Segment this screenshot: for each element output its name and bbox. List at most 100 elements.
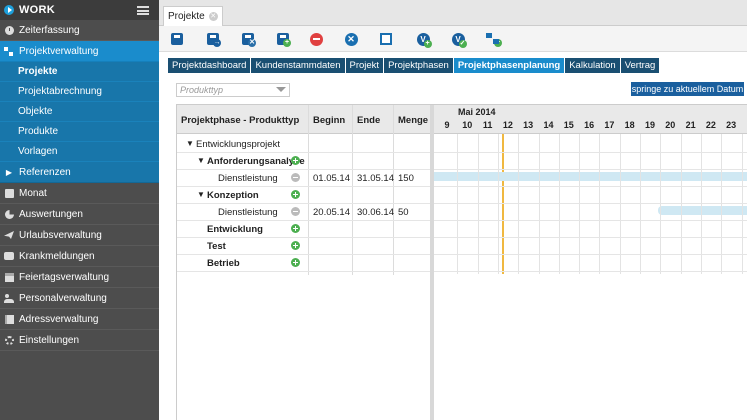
- close-icon[interactable]: ✕: [208, 12, 218, 21]
- sidebar-item-label: Auswertungen: [19, 208, 83, 220]
- logo-bar: WORK: [0, 0, 159, 20]
- sidebar-item-auswertungen[interactable]: Auswertungen: [0, 204, 159, 225]
- row-label: Entwicklungsprojekt: [196, 139, 280, 150]
- app-name: WORK: [19, 4, 56, 16]
- gantt-row-line: [434, 220, 747, 221]
- gantt-bar[interactable]: [658, 206, 747, 215]
- tab-projekte[interactable]: Projekte ✕: [163, 6, 223, 26]
- approve-version-button[interactable]: V ✓: [450, 31, 467, 48]
- sidebar-subitem-produkte[interactable]: Produkte: [0, 122, 159, 142]
- gantt-row-line: [434, 186, 747, 187]
- sidebar-item-einstellungen[interactable]: Einstellungen: [0, 330, 159, 351]
- add-icon[interactable]: [291, 258, 300, 267]
- tab-kalkulation[interactable]: Kalkulation: [565, 58, 620, 73]
- table-row[interactable]: Dienstleistung 20.05.14 30.06.14 50: [177, 204, 430, 221]
- sidebar-item-personalverwaltung[interactable]: Personalverwaltung: [0, 288, 159, 309]
- sidebar-item-label: Feiertagsverwaltung: [19, 271, 110, 283]
- sidebar-item-zeiterfassung[interactable]: Zeiterfassung: [0, 20, 159, 41]
- remove-icon[interactable]: [291, 207, 300, 216]
- sidebar-item-label: Projektverwaltung: [19, 45, 99, 57]
- cell-end[interactable]: 30.06.14: [357, 207, 394, 218]
- add-icon[interactable]: [291, 241, 300, 250]
- gantt-day-label: 14: [543, 120, 554, 130]
- gantt-month-label: Mai 2014: [458, 107, 496, 117]
- save-arrow-icon: →: [207, 33, 221, 47]
- gantt-day-label: 20: [665, 120, 676, 130]
- sidebar-item-projektverwaltung[interactable]: Projektverwaltung: [0, 41, 159, 62]
- column-header-qty: Menge: [398, 115, 429, 126]
- tab-projektphasen[interactable]: Projektphasen: [384, 58, 453, 73]
- delete-button[interactable]: [308, 31, 324, 47]
- sidebar-item-label: Urlaubsverwaltung: [19, 229, 102, 241]
- save-and-new-button[interactable]: +: [275, 31, 291, 47]
- gantt-row-line: [434, 203, 747, 204]
- sidebar-subitem-projekte[interactable]: Projekte: [0, 62, 159, 82]
- save-and-close-button[interactable]: →: [205, 31, 221, 47]
- x-circle-icon: ✕: [344, 32, 358, 46]
- cell-qty[interactable]: 50: [398, 207, 409, 218]
- tab-projektdashboard[interactable]: Projektdashboard: [168, 58, 251, 73]
- sidebar-item-adressverwaltung[interactable]: Adressverwaltung: [0, 309, 159, 330]
- jump-to-today-button[interactable]: springe zu aktuellem Datum: [631, 82, 744, 96]
- sidebar-item-feiertagsverwaltung[interactable]: Feiertagsverwaltung: [0, 267, 159, 288]
- row-label: Entwicklung: [207, 224, 263, 235]
- toolbar: → ✕ + ✕ V + V ✓ +: [159, 26, 747, 52]
- cell-qty[interactable]: 150: [398, 173, 414, 184]
- sidebar-item-urlaubsverwaltung[interactable]: Urlaubsverwaltung: [0, 225, 159, 246]
- tab-projektphasenplanung[interactable]: Projektphasenplanung: [453, 58, 565, 73]
- cell-end[interactable]: 31.05.14: [357, 173, 394, 184]
- table-row[interactable]: Betrieb: [177, 255, 430, 272]
- calculator-button[interactable]: [378, 31, 394, 47]
- sidebar-item-referenzen[interactable]: ▶ Referenzen: [0, 162, 159, 183]
- product-type-select[interactable]: Produkttyp: [176, 83, 290, 97]
- table-row[interactable]: Dienstleistung 01.05.14 31.05.14 150: [177, 170, 430, 187]
- gantt-grid-line: [457, 134, 459, 274]
- sidebar: WORK Zeiterfassung Projektverwaltung Pro…: [0, 0, 159, 420]
- sidebar-item-krankmeldungen[interactable]: Krankmeldungen: [0, 246, 159, 267]
- cancel-button[interactable]: ✕: [343, 31, 359, 47]
- add-version-button[interactable]: V +: [415, 31, 432, 48]
- sidebar-item-label: Krankmeldungen: [19, 250, 95, 262]
- tab-kundenstammdaten[interactable]: Kundenstammdaten: [251, 58, 345, 73]
- calendar-icon: [4, 272, 14, 282]
- address-book-icon: [4, 314, 14, 324]
- medical-icon: [4, 251, 14, 261]
- table-row[interactable]: ▼ Konzeption: [177, 187, 430, 204]
- gantt-day-label: 16: [584, 120, 595, 130]
- table-row[interactable]: Entwicklung: [177, 221, 430, 238]
- sidebar-item-label: Referenzen: [19, 166, 71, 178]
- save-button[interactable]: [169, 31, 185, 47]
- gantt-row-line: [434, 237, 747, 238]
- row-label: Konzeption: [207, 190, 259, 201]
- collapse-caret-icon[interactable]: ▼: [197, 190, 205, 199]
- gantt-day-label: 9: [444, 120, 450, 130]
- add-icon[interactable]: [291, 156, 300, 165]
- gantt-day-label: 18: [624, 120, 635, 130]
- cell-begin[interactable]: 20.05.14: [313, 207, 350, 218]
- save-x-icon: ✕: [242, 33, 256, 47]
- gantt-grid-line: [558, 134, 560, 274]
- sub-tab-bar: Projektdashboard Kundenstammdaten Projek…: [168, 58, 660, 73]
- sidebar-item-label: Adressverwaltung: [19, 313, 99, 325]
- add-icon[interactable]: [291, 224, 300, 233]
- add-icon[interactable]: [291, 190, 300, 199]
- minus-circle-icon: [309, 32, 323, 46]
- sidebar-item-monat[interactable]: Monat: [0, 183, 159, 204]
- save-and-cancel-button[interactable]: ✕: [240, 31, 256, 47]
- tab-vertrag[interactable]: Vertrag: [620, 58, 660, 73]
- table-row[interactable]: ▼ Entwicklungsprojekt: [177, 136, 430, 153]
- table-row[interactable]: ▼ Anforderungsanalyse: [177, 153, 430, 170]
- tab-projekt[interactable]: Projekt: [345, 58, 384, 73]
- sidebar-subitem-projektabrechnung[interactable]: Projektabrechnung: [0, 82, 159, 102]
- cell-begin[interactable]: 01.05.14: [313, 173, 350, 184]
- sidebar-subitem-vorlagen[interactable]: Vorlagen: [0, 142, 159, 162]
- remove-icon[interactable]: [291, 173, 300, 182]
- collapse-caret-icon[interactable]: ▼: [186, 139, 194, 148]
- gantt-grid-line: [640, 134, 641, 274]
- add-structure-button[interactable]: +: [485, 31, 502, 47]
- table-row[interactable]: Test: [177, 238, 430, 255]
- menu-icon[interactable]: [137, 6, 149, 15]
- document-tab-bar: Projekte ✕: [159, 0, 747, 26]
- sidebar-subitem-objekte[interactable]: Objekte: [0, 102, 159, 122]
- collapse-caret-icon[interactable]: ▼: [197, 156, 205, 165]
